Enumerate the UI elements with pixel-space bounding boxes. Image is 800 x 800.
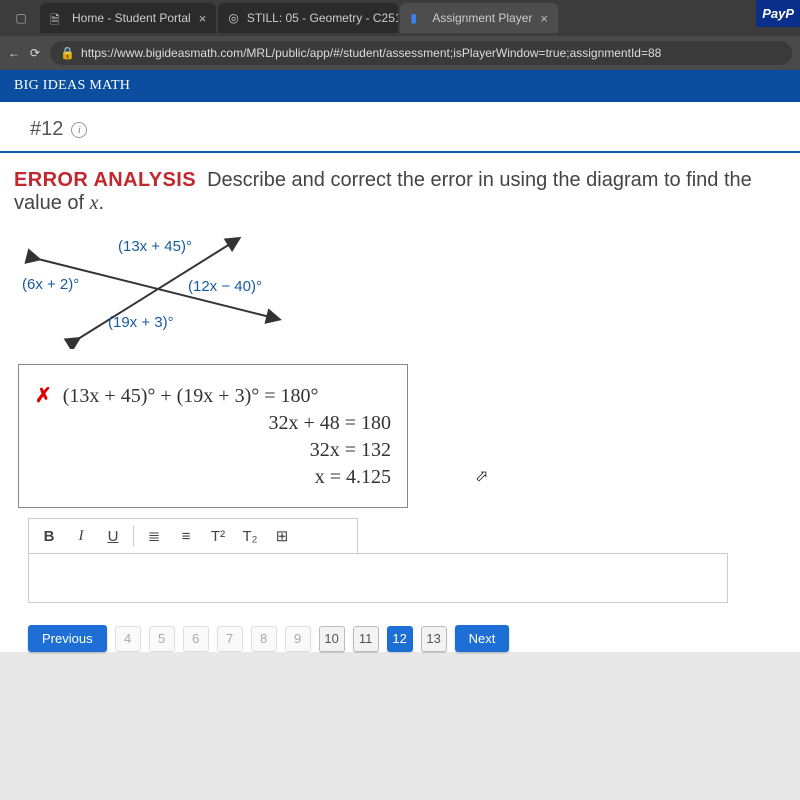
site-icon: ▮ (410, 11, 424, 25)
student-work-box: ✗ (13x + 45)° + (19x + 3)° = 180° 32x + … (18, 364, 408, 508)
brand-text: BIG IDEAS MATH (14, 78, 130, 93)
site-icon: ◎ (228, 11, 238, 25)
work-line-4: x = 4.125 (35, 466, 391, 489)
background-app-badge: PayP (756, 0, 800, 27)
tab-label: Assignment Player (432, 11, 532, 25)
table-button[interactable]: ⊞ (268, 523, 296, 549)
numbered-list-button[interactable]: ≡ (172, 523, 200, 549)
browser-tab-course[interactable]: ◎ STILL: 05 - Geometry - C2511 | S × (218, 3, 398, 33)
close-icon[interactable]: × (540, 11, 548, 26)
close-icon[interactable]: × (199, 11, 207, 26)
window-controls-icon[interactable]: ▢ (4, 11, 38, 25)
work-line-3: 32x = 132 (35, 439, 391, 462)
question-nav: Previous 4 5 6 7 8 9 10 11 12 13 Next (28, 625, 772, 652)
next-button[interactable]: Next (455, 625, 510, 652)
page-button-11[interactable]: 11 (353, 626, 379, 652)
browser-chrome: ▢ 🗎 Home - Student Portal × ◎ STILL: 05 … (0, 0, 800, 70)
browser-tab-assignment[interactable]: ▮ Assignment Player × (400, 3, 558, 33)
page-button-9[interactable]: 9 (285, 626, 311, 652)
superscript-button[interactable]: T² (204, 523, 232, 549)
back-icon[interactable]: ← (8, 46, 20, 60)
page-button-8[interactable]: 8 (251, 626, 277, 652)
tab-label: STILL: 05 - Geometry - C2511 | S (247, 11, 399, 25)
angle-diagram: (13x + 45)° (6x + 2)° (12x − 40)° (19x +… (18, 229, 298, 349)
page-button-6[interactable]: 6 (183, 626, 209, 652)
url-text: https://www.bigideasmath.com/MRL/public/… (81, 46, 661, 60)
tab-label: Home - Student Portal (72, 11, 191, 25)
error-mark-icon: ✗ (35, 385, 58, 407)
page-button-13[interactable]: 13 (421, 626, 447, 652)
question-number: #12 (30, 118, 63, 141)
underline-button[interactable]: U (99, 523, 127, 549)
diagram-label-bottom: (19x + 3)° (108, 314, 174, 331)
diagram-label-left: (6x + 2)° (22, 276, 79, 293)
page-button-10[interactable]: 10 (319, 626, 345, 652)
page-button-5[interactable]: 5 (149, 626, 175, 652)
editor-toolbar: B I U ≣ ≡ T² T₂ ⊞ (28, 518, 358, 553)
toolbar-separator (133, 526, 134, 546)
prompt-var: x (90, 192, 99, 214)
page-icon: 🗎 (50, 11, 64, 25)
page-button-7[interactable]: 7 (217, 626, 243, 652)
info-icon[interactable]: i (71, 122, 87, 138)
page-button-4[interactable]: 4 (115, 626, 141, 652)
work-line-1: (13x + 45)° + (19x + 3)° = 180° (63, 385, 319, 407)
question-prompt: ERROR ANALYSIS Describe and correct the … (0, 153, 800, 225)
refresh-icon[interactable]: ⟳ (30, 46, 40, 60)
question-header: #12 i (0, 102, 800, 153)
page-button-12[interactable]: 12 (387, 626, 413, 652)
answer-input[interactable] (28, 553, 728, 603)
previous-button[interactable]: Previous (28, 625, 107, 652)
work-line-2: 32x + 48 = 180 (35, 412, 391, 435)
url-field[interactable]: 🔒 https://www.bigideasmath.com/MRL/publi… (50, 41, 792, 65)
lock-icon: 🔒 (60, 46, 75, 60)
prompt-tag: ERROR ANALYSIS (14, 169, 196, 191)
brand-bar: BIG IDEAS MATH (0, 70, 800, 102)
bullet-list-button[interactable]: ≣ (140, 523, 168, 549)
diagram-label-top: (13x + 45)° (118, 238, 192, 255)
tab-bar: ▢ 🗎 Home - Student Portal × ◎ STILL: 05 … (0, 0, 800, 36)
browser-tab-home[interactable]: 🗎 Home - Student Portal × (40, 3, 216, 33)
bold-button[interactable]: B (35, 523, 63, 549)
subscript-button[interactable]: T₂ (236, 523, 264, 549)
diagram-label-right: (12x − 40)° (188, 278, 262, 295)
prompt-suffix: . (99, 192, 105, 214)
italic-button[interactable]: I (67, 523, 95, 549)
assignment-page: #12 i ERROR ANALYSIS Describe and correc… (0, 102, 800, 652)
address-bar: ← ⟳ 🔒 https://www.bigideasmath.com/MRL/p… (0, 36, 800, 70)
